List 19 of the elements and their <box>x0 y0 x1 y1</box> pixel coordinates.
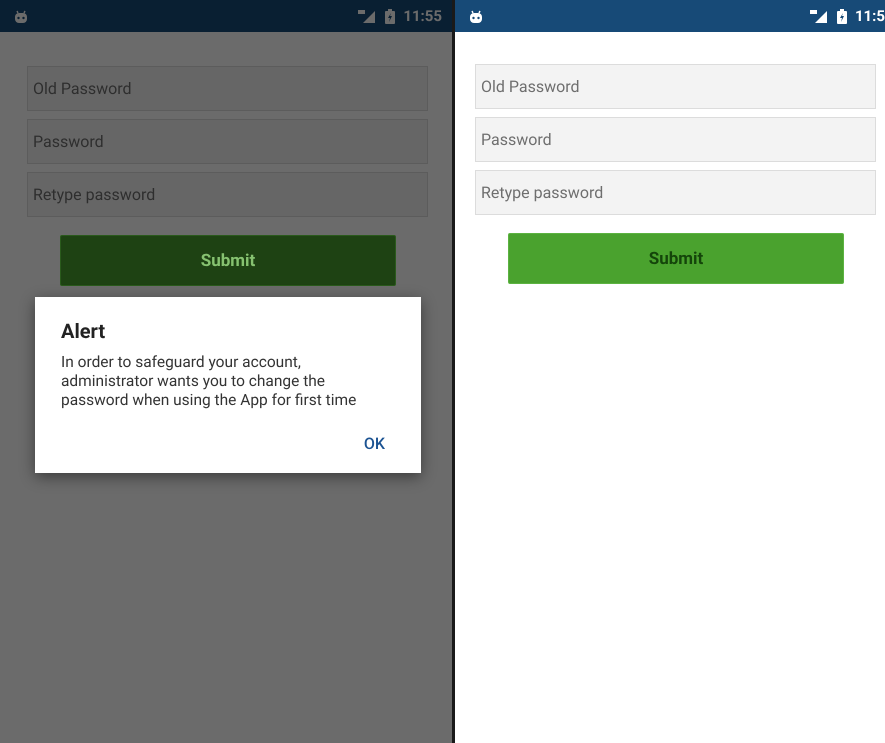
status-time: 11:5 <box>854 7 885 25</box>
password-field[interactable]: Retype password <box>475 170 876 215</box>
signal-icon <box>357 9 378 23</box>
dialog-message: In order to safeguard your account, administrator wants you to change the password when using the App for first time <box>61 353 358 410</box>
status-time: 11:55 <box>403 7 442 25</box>
submit-button[interactable]: Submit <box>508 233 844 284</box>
android-icon <box>469 9 483 23</box>
password-field[interactable]: Password <box>475 117 876 162</box>
battery-icon <box>836 8 847 24</box>
battery-icon <box>385 8 396 24</box>
password-field[interactable]: Old Password <box>475 64 876 109</box>
submit-button[interactable]: Submit <box>60 235 396 286</box>
android-icon <box>14 9 28 23</box>
password-field[interactable]: Password <box>27 119 428 164</box>
password-field[interactable]: Retype password <box>27 172 428 217</box>
password-field[interactable]: Old Password <box>27 66 428 111</box>
signal-icon <box>808 9 829 23</box>
ok-button[interactable]: OK <box>354 428 395 459</box>
dialog-title: Alert <box>61 319 106 343</box>
